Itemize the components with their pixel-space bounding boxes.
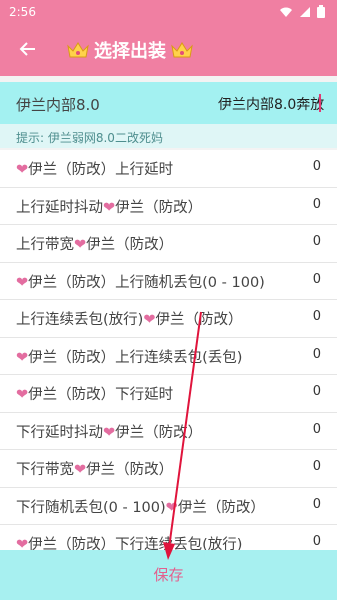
list-item[interactable]: ❤伊兰（防改）上行延时 0 (0, 150, 337, 188)
item-count: 0 (312, 384, 321, 399)
list-item[interactable]: 上行连续丢包(放行)❤伊兰（防改） 0 (0, 300, 337, 338)
list-item[interactable]: ❤伊兰（防改）下行延时 0 (0, 375, 337, 413)
item-count: 0 (312, 234, 321, 249)
heart-icon: ❤ (16, 387, 29, 403)
heart-icon: ❤ (74, 462, 87, 478)
text-cursor (319, 94, 321, 112)
hint-text: 提示: 伊兰弱网8.0二改死妈 (16, 131, 163, 145)
hint-row: 提示: 伊兰弱网8.0二改死妈 (0, 124, 337, 148)
config-label: 伊兰内部8.0 (16, 96, 100, 114)
status-bar: 2:56 (0, 0, 337, 24)
heart-icon: ❤ (16, 274, 29, 291)
title-group: 选择出装 (66, 36, 194, 64)
back-arrow-icon[interactable] (14, 36, 40, 62)
signal-icon (300, 6, 310, 17)
list-item[interactable]: 下行随机丢包(0 - 100)❤伊兰（防改） 0 (0, 487, 337, 525)
item-label: 上行连续丢包(放行)❤伊兰（防改） (16, 312, 243, 328)
item-label: 上行延时抖动❤伊兰（防改） (16, 199, 203, 216)
save-bar: 保存 (0, 550, 337, 600)
item-count: 0 (312, 459, 321, 474)
item-label: 下行延时抖动❤伊兰（防改） (16, 424, 203, 441)
heart-icon: ❤ (16, 162, 29, 178)
item-count: 0 (312, 159, 321, 174)
heart-icon: ❤ (165, 499, 178, 516)
item-count: 0 (312, 271, 321, 287)
list-item[interactable]: 下行带宽❤伊兰（防改） 0 (0, 450, 337, 488)
list-item[interactable]: ❤伊兰（防改）上行随机丢包(0 - 100) 0 (0, 262, 337, 300)
heart-icon: ❤ (103, 424, 116, 441)
item-label: ❤伊兰（防改）上行连续丢包(丢包) (16, 349, 243, 366)
list-item[interactable]: 上行延时抖动❤伊兰（防改） 0 (0, 187, 337, 225)
item-label: 上行带宽❤伊兰（防改） (16, 237, 174, 253)
item-label: 下行带宽❤伊兰（防改） (16, 462, 174, 478)
item-count: 0 (312, 534, 321, 549)
crown-icon-left (67, 42, 89, 58)
wifi-icon (280, 7, 292, 17)
list-item[interactable]: 下行延时抖动❤伊兰（防改） 0 (0, 412, 337, 450)
options-list: ❤伊兰（防改）上行延时 0 上行延时抖动❤伊兰（防改） 0 上行带宽❤伊兰（防改… (0, 150, 337, 563)
status-time: 2:56 (9, 5, 36, 19)
config-select-row[interactable]: 伊兰内部8.0 伊兰内部8.0奔放 (0, 82, 337, 124)
item-label: ❤伊兰（防改）上行随机丢包(0 - 100) (16, 274, 265, 291)
list-item[interactable]: ❤伊兰（防改）上行连续丢包(丢包) 0 (0, 337, 337, 375)
battery-icon (317, 5, 325, 18)
heart-icon: ❤ (74, 237, 87, 253)
item-label: 下行随机丢包(0 - 100)❤伊兰（防改） (16, 499, 265, 516)
config-input[interactable]: 伊兰内部8.0奔放 (218, 94, 324, 114)
item-count: 0 (312, 421, 321, 437)
item-label: ❤伊兰（防改）上行延时 (16, 162, 174, 178)
save-button[interactable]: 保存 (0, 550, 337, 600)
item-count: 0 (312, 196, 321, 212)
heart-icon: ❤ (143, 312, 156, 328)
item-count: 0 (312, 309, 321, 324)
item-count: 0 (312, 496, 321, 512)
item-count: 0 (312, 346, 321, 362)
heart-icon: ❤ (103, 199, 116, 216)
heart-icon: ❤ (16, 349, 29, 366)
status-icons (279, 5, 325, 18)
crown-icon-right (171, 42, 193, 58)
item-label: ❤伊兰（防改）下行延时 (16, 387, 174, 403)
app-bar: 选择出装 (0, 24, 337, 76)
list-item[interactable]: 上行带宽❤伊兰（防改） 0 (0, 225, 337, 263)
page-title: 选择出装 (94, 41, 166, 62)
